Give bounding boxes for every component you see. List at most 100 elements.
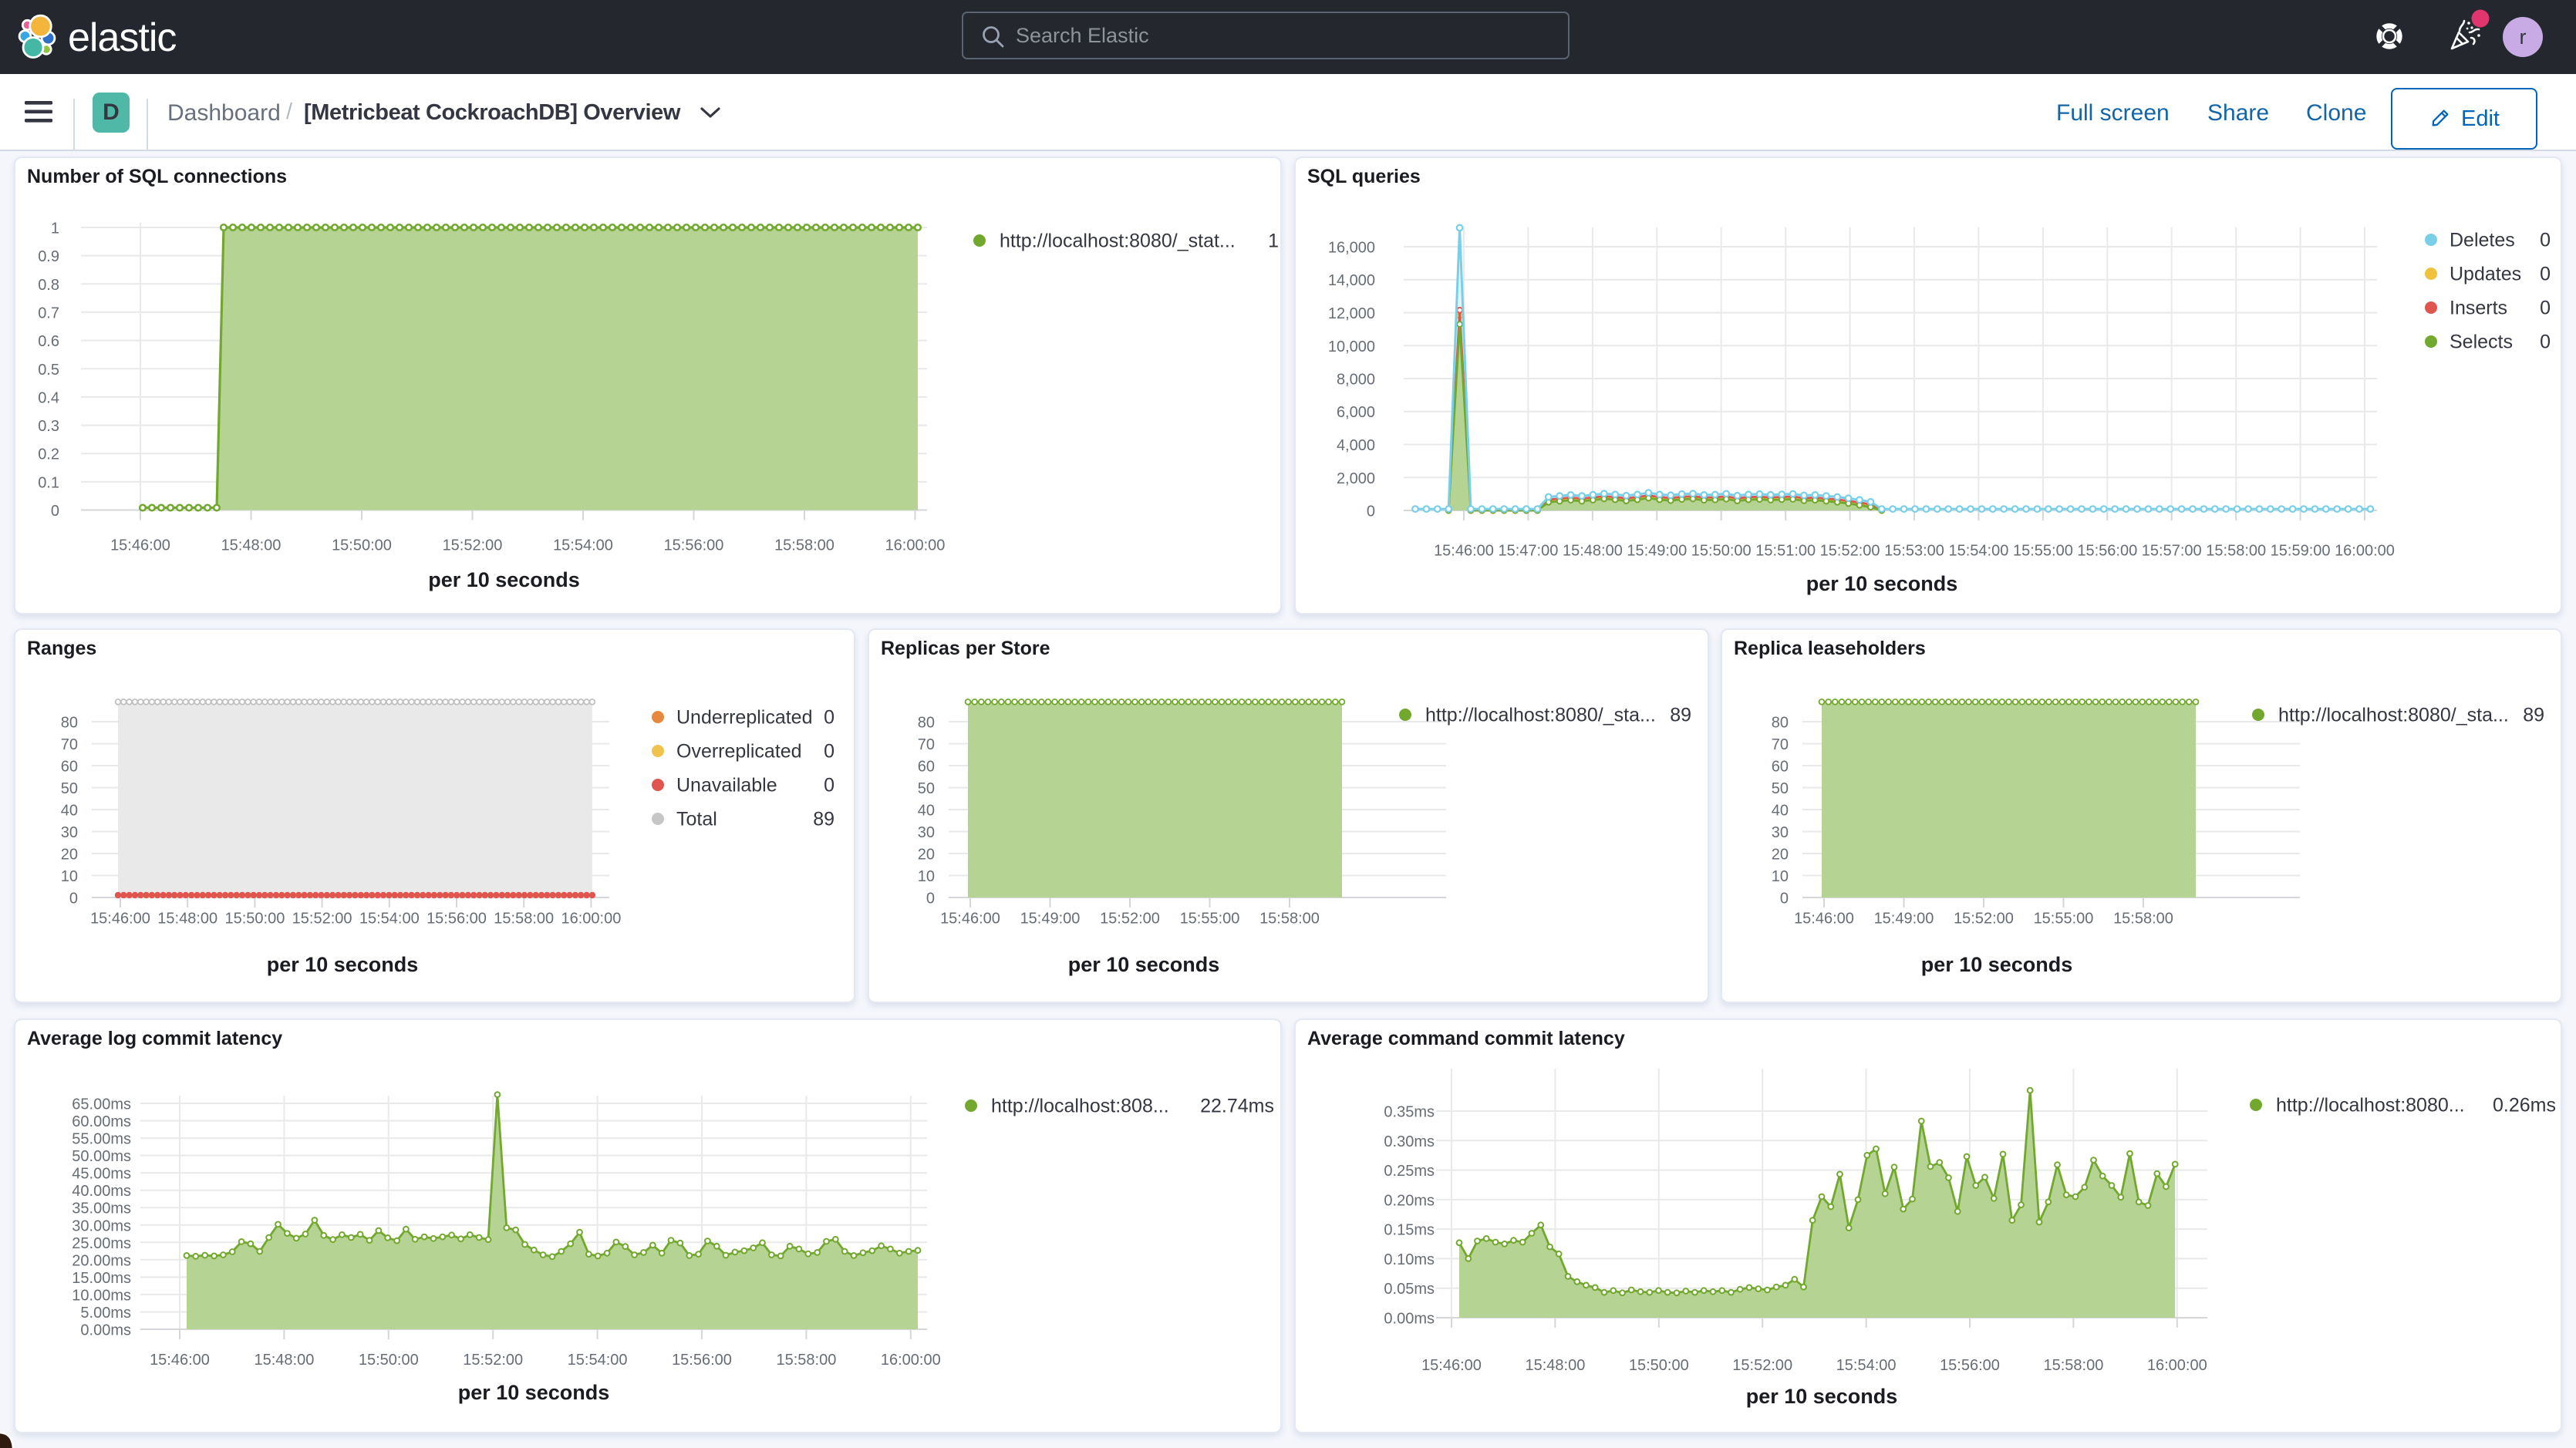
svg-text:http://localhost:8080/_sta...: http://localhost:8080/_sta... — [1425, 705, 1656, 726]
svg-text:35.00ms: 35.00ms — [72, 1200, 131, 1217]
svg-text:0.10ms: 0.10ms — [1384, 1251, 1435, 1268]
svg-text:16:00:00: 16:00:00 — [561, 911, 621, 928]
svg-text:30: 30 — [918, 824, 935, 841]
svg-text:per 10 seconds: per 10 seconds — [428, 568, 580, 591]
svg-text:50: 50 — [1772, 780, 1789, 797]
svg-text:15:46:00: 15:46:00 — [150, 1352, 210, 1369]
svg-text:16,000: 16,000 — [1328, 240, 1375, 257]
svg-text:Average log commit latency: Average log commit latency — [27, 1028, 282, 1049]
svg-text:15:58:00: 15:58:00 — [776, 1352, 836, 1369]
svg-text:0.25ms: 0.25ms — [1384, 1163, 1435, 1180]
svg-text:Overreplicated: Overreplicated — [676, 741, 802, 763]
svg-text:0: 0 — [2540, 264, 2551, 285]
svg-text:15:48:00: 15:48:00 — [254, 1352, 314, 1369]
svg-text:15:48:00: 15:48:00 — [157, 911, 217, 928]
svg-text:20: 20 — [61, 847, 78, 864]
svg-text:15:52:00: 15:52:00 — [463, 1352, 523, 1369]
svg-text:15:50:00: 15:50:00 — [332, 537, 392, 554]
svg-text:15:59:00: 15:59:00 — [2271, 543, 2331, 560]
svg-text:20.00ms: 20.00ms — [72, 1252, 131, 1269]
svg-text:0.5: 0.5 — [38, 362, 59, 379]
svg-text:50.00ms: 50.00ms — [72, 1148, 131, 1165]
svg-text:0.6: 0.6 — [38, 333, 59, 350]
svg-text:0: 0 — [1780, 891, 1789, 908]
svg-text:15:54:00: 15:54:00 — [1836, 1357, 1897, 1374]
svg-text:15:46:00: 15:46:00 — [1434, 543, 1494, 560]
svg-text:15:55:00: 15:55:00 — [2034, 911, 2094, 928]
svg-text:15:53:00: 15:53:00 — [1884, 543, 1944, 560]
svg-text:0.15ms: 0.15ms — [1384, 1222, 1435, 1239]
svg-text:per 10 seconds: per 10 seconds — [1921, 953, 2073, 976]
svg-text:15:49:00: 15:49:00 — [1627, 543, 1687, 560]
svg-text:0.30ms: 0.30ms — [1384, 1133, 1435, 1150]
svg-text:40.00ms: 40.00ms — [72, 1183, 131, 1200]
svg-text:10.00ms: 10.00ms — [72, 1287, 131, 1304]
svg-text:89: 89 — [2523, 705, 2544, 726]
svg-text:15:54:00: 15:54:00 — [1948, 543, 2008, 560]
svg-text:Replicas per Store: Replicas per Store — [881, 638, 1050, 659]
svg-text:15:54:00: 15:54:00 — [553, 537, 613, 554]
svg-text:per 10 seconds: per 10 seconds — [1746, 1385, 1898, 1408]
svg-text:50: 50 — [918, 780, 935, 797]
svg-text:25.00ms: 25.00ms — [72, 1235, 131, 1252]
svg-text:0: 0 — [51, 503, 59, 520]
svg-text:SQL queries: SQL queries — [1307, 166, 1421, 187]
svg-text:15:47:00: 15:47:00 — [1498, 543, 1558, 560]
svg-text:15:58:00: 15:58:00 — [2113, 911, 2173, 928]
svg-text:15:52:00: 15:52:00 — [1954, 911, 2014, 928]
svg-text:per 10 seconds: per 10 seconds — [458, 1381, 610, 1404]
svg-text:0: 0 — [2540, 332, 2551, 353]
svg-text:45.00ms: 45.00ms — [72, 1166, 131, 1183]
svg-text:0: 0 — [824, 741, 835, 763]
svg-text:15:58:00: 15:58:00 — [774, 537, 835, 554]
svg-text:per 10 seconds: per 10 seconds — [1068, 953, 1220, 976]
svg-text:Average command commit latency: Average command commit latency — [1307, 1028, 1625, 1049]
svg-text:15:52:00: 15:52:00 — [1100, 911, 1160, 928]
svg-text:Updates: Updates — [2450, 264, 2521, 285]
svg-text:0.1: 0.1 — [38, 474, 59, 491]
svg-text:16:00:00: 16:00:00 — [881, 1352, 941, 1369]
svg-text:0.20ms: 0.20ms — [1384, 1192, 1435, 1209]
svg-text:40: 40 — [918, 803, 935, 820]
svg-text:15:58:00: 15:58:00 — [2206, 543, 2266, 560]
svg-text:Underreplicated: Underreplicated — [676, 707, 813, 729]
svg-text:15:54:00: 15:54:00 — [359, 911, 420, 928]
svg-text:15:52:00: 15:52:00 — [1732, 1357, 1792, 1374]
svg-text:1: 1 — [1268, 231, 1279, 252]
svg-text:89: 89 — [1670, 705, 1691, 726]
svg-text:15:46:00: 15:46:00 — [940, 911, 1000, 928]
svg-text:15:55:00: 15:55:00 — [1180, 911, 1240, 928]
svg-text:0.2: 0.2 — [38, 446, 59, 463]
svg-text:50: 50 — [61, 780, 78, 797]
svg-text:15:46:00: 15:46:00 — [1421, 1357, 1482, 1374]
svg-text:15:49:00: 15:49:00 — [1020, 911, 1081, 928]
svg-text:80: 80 — [1772, 715, 1789, 732]
svg-text:Ranges: Ranges — [27, 638, 96, 659]
svg-text:70: 70 — [1772, 736, 1789, 753]
svg-text:65.00ms: 65.00ms — [72, 1096, 131, 1113]
svg-text:0.26ms: 0.26ms — [2493, 1095, 2556, 1116]
svg-text:60: 60 — [918, 759, 935, 776]
svg-text:15:58:00: 15:58:00 — [1259, 911, 1320, 928]
svg-text:10: 10 — [61, 868, 78, 885]
svg-text:15:56:00: 15:56:00 — [1940, 1357, 2000, 1374]
svg-text:0: 0 — [824, 707, 835, 729]
svg-text:0.00ms: 0.00ms — [80, 1322, 131, 1339]
svg-text:0: 0 — [69, 891, 78, 908]
svg-text:15:48:00: 15:48:00 — [1563, 543, 1623, 560]
svg-text:Unavailable: Unavailable — [676, 775, 777, 796]
svg-text:15:54:00: 15:54:00 — [568, 1352, 628, 1369]
svg-text:Number of SQL connections: Number of SQL connections — [27, 166, 287, 187]
svg-text:40: 40 — [1772, 803, 1789, 820]
svg-text:15:46:00: 15:46:00 — [90, 911, 150, 928]
svg-text:6,000: 6,000 — [1337, 404, 1375, 421]
svg-text:80: 80 — [918, 715, 935, 732]
svg-text:15:52:00: 15:52:00 — [292, 911, 352, 928]
svg-text:0.05ms: 0.05ms — [1384, 1281, 1435, 1298]
svg-text:15:55:00: 15:55:00 — [2013, 543, 2073, 560]
svg-text:0: 0 — [824, 775, 835, 796]
svg-text:0.4: 0.4 — [38, 389, 59, 406]
svg-text:15:46:00: 15:46:00 — [110, 537, 170, 554]
svg-text:4,000: 4,000 — [1337, 437, 1375, 454]
svg-text:0.7: 0.7 — [38, 305, 59, 322]
